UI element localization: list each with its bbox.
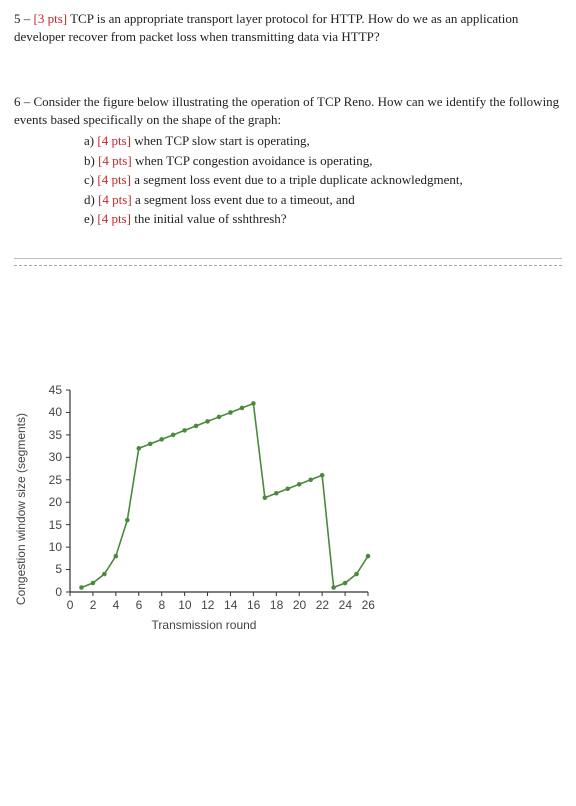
y-tick-label: 40 — [49, 405, 62, 419]
item-text: a segment loss event due to a timeout, a… — [132, 192, 355, 207]
y-tick-label: 5 — [55, 562, 62, 576]
x-tick-label: 8 — [158, 598, 165, 612]
data-point — [343, 581, 348, 586]
data-point — [171, 433, 176, 438]
item-points: [4 pts] — [98, 192, 132, 207]
y-tick-label: 0 — [55, 585, 62, 599]
data-point — [102, 572, 107, 577]
chart-area: Congestion window size (segments) 0 5 10 15… — [14, 386, 374, 632]
y-tick-label: 10 — [49, 540, 62, 554]
q5-prefix: 5 – — [14, 11, 34, 26]
q6-prefix: 6 – — [14, 94, 34, 109]
x-tick-label: 6 — [136, 598, 143, 612]
chart-plot: 0510152025303540450246810121416182022242… — [34, 386, 374, 616]
data-point — [320, 473, 325, 478]
item-label: d) — [84, 192, 98, 207]
x-tick-label: 26 — [362, 598, 375, 612]
data-point — [263, 495, 268, 500]
q5-points: [3 pts] — [34, 11, 68, 26]
item-label: c) — [84, 172, 97, 187]
data-point — [125, 518, 130, 523]
x-axis-label: Transmission round — [152, 618, 257, 632]
item-points: [4 pts] — [98, 153, 132, 168]
q6-item-c: c) [4 pts] a segment loss event due to a… — [84, 171, 562, 189]
item-points: [4 pts] — [97, 211, 131, 226]
data-point — [285, 486, 290, 491]
item-text: when TCP congestion avoidance is operati… — [132, 153, 373, 168]
q6-item-d: d) [4 pts] a segment loss event due to a… — [84, 191, 562, 209]
data-point — [182, 428, 187, 433]
data-point — [159, 437, 164, 442]
x-tick-label: 18 — [270, 598, 283, 612]
y-tick-label: 45 — [49, 383, 62, 397]
y-tick-label: 25 — [49, 473, 62, 487]
data-point — [91, 581, 96, 586]
y-tick-label: 20 — [49, 495, 62, 509]
divider-solid — [14, 258, 562, 259]
q6-items: a) [4 pts] when TCP slow start is operat… — [84, 132, 562, 228]
y-tick-label: 30 — [49, 450, 62, 464]
x-tick-label: 4 — [113, 598, 120, 612]
data-line — [81, 403, 368, 587]
chart-container: Congestion window size (segments) 0 5 10 15… — [14, 386, 562, 632]
item-text: when TCP slow start is operating, — [131, 133, 310, 148]
x-tick-label: 16 — [247, 598, 260, 612]
item-label: a) — [84, 133, 97, 148]
x-tick-label: 20 — [293, 598, 306, 612]
q6-item-e: e) [4 pts] the initial value of sshthres… — [84, 210, 562, 228]
data-point — [217, 415, 222, 420]
data-point — [136, 446, 141, 451]
item-points: [4 pts] — [97, 172, 131, 187]
question-5: 5 – [3 pts] TCP is an appropriate transp… — [14, 10, 562, 45]
x-tick-label: 22 — [316, 598, 329, 612]
item-label: b) — [84, 153, 98, 168]
page: 5 – [3 pts] TCP is an appropriate transp… — [0, 0, 576, 652]
data-point — [354, 572, 359, 577]
data-point — [274, 491, 279, 496]
item-points: [4 pts] — [97, 133, 131, 148]
data-point — [194, 424, 199, 429]
x-tick-label: 12 — [201, 598, 214, 612]
data-point — [297, 482, 302, 487]
data-point — [366, 554, 371, 559]
data-point — [114, 554, 119, 559]
chart-svg — [34, 386, 374, 616]
q5-text: TCP is an appropriate transport layer pr… — [14, 11, 518, 44]
data-point — [228, 410, 233, 415]
q6-item-b: b) [4 pts] when TCP congestion avoidance… — [84, 152, 562, 170]
item-label: e) — [84, 211, 97, 226]
plot-and-x: 0510152025303540450246810121416182022242… — [34, 386, 374, 632]
question-6: 6 – Consider the figure below illustrati… — [14, 93, 562, 228]
data-point — [308, 477, 313, 482]
item-text: a segment loss event due to a triple dup… — [131, 172, 463, 187]
y-tick-label: 15 — [49, 518, 62, 532]
x-tick-label: 0 — [67, 598, 74, 612]
data-point — [240, 406, 245, 411]
q6-text: Consider the figure below illustrating t… — [14, 94, 559, 127]
item-text: the initial value of sshthresh? — [131, 211, 287, 226]
y-tick-label: 35 — [49, 428, 62, 442]
data-point — [148, 441, 153, 446]
x-tick-label: 24 — [339, 598, 352, 612]
x-tick-label: 10 — [178, 598, 191, 612]
data-point — [205, 419, 210, 424]
x-tick-label: 14 — [224, 598, 237, 612]
data-point — [251, 401, 256, 406]
data-point — [331, 585, 336, 590]
divider-dashed — [14, 265, 562, 266]
q6-item-a: a) [4 pts] when TCP slow start is operat… — [84, 132, 562, 150]
q6-prompt: 6 – Consider the figure below illustrati… — [14, 93, 562, 128]
y-axis-label: Congestion window size (segments) — [14, 413, 28, 605]
x-tick-label: 2 — [90, 598, 97, 612]
data-point — [79, 585, 84, 590]
